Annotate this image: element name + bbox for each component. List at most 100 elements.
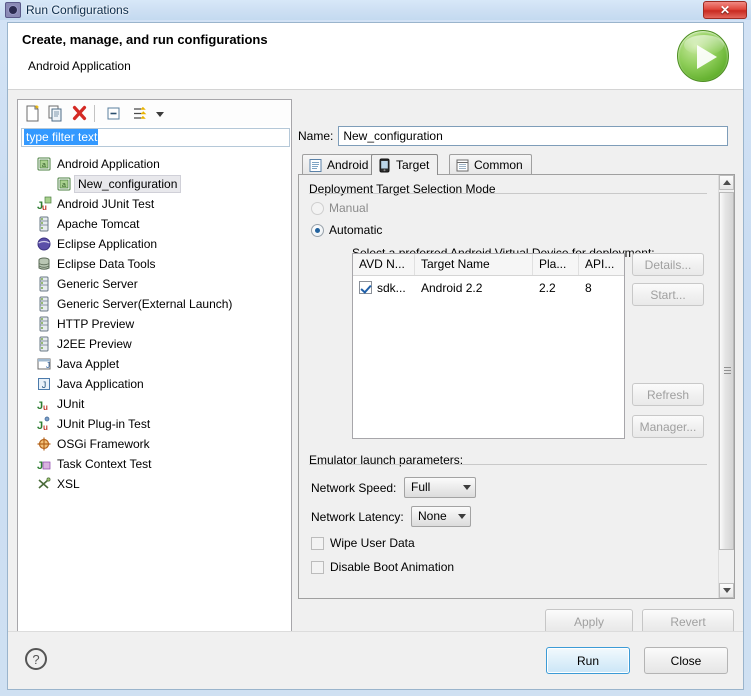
tree-item-label: Android JUnit Test	[57, 197, 155, 211]
tree-item-label: J2EE Preview	[57, 337, 132, 351]
radio-manual[interactable]: Manual	[311, 201, 368, 215]
new-configuration-icon[interactable]	[23, 104, 42, 123]
tree-item-eclipse-data-tools[interactable]: Eclipse Data Tools	[18, 254, 291, 274]
arrow-down-icon	[722, 588, 731, 593]
name-label: Name:	[298, 129, 334, 143]
manager-button[interactable]: Manager...	[632, 415, 704, 438]
delete-configuration-icon[interactable]	[70, 104, 89, 123]
tree-item-label: JUnit Plug-in Test	[57, 417, 151, 431]
avd-table[interactable]: AVD N... Target Name Pla... API... sdk..…	[352, 253, 625, 439]
question-mark-help-icon[interactable]: ?	[25, 648, 47, 670]
tree-item-label: XSL	[57, 477, 80, 491]
network-speed-select[interactable]: Full	[404, 477, 476, 498]
target-panel-content: Deployment Target Selection Mode Manual …	[299, 175, 719, 598]
tab-android[interactable]: Android	[302, 154, 378, 175]
tree-item-generic-server[interactable]: Generic Server	[18, 274, 291, 294]
network-speed-value: Full	[411, 480, 431, 494]
configurations-tree[interactable]: a Android Application a New_configuratio…	[17, 151, 292, 622]
junit-plugin-icon: J u	[36, 416, 52, 432]
tree-item-android-junit-test[interactable]: J u Android JUnit Test	[18, 194, 291, 214]
tree-item-osgi-framework[interactable]: OSGi Framework	[18, 434, 291, 454]
window-title: Run Configurations	[26, 3, 129, 17]
column-header-platform[interactable]: Pla...	[533, 254, 579, 275]
tab-label: Common	[474, 158, 523, 172]
tree-item-new-configuration[interactable]: a New_configuration	[18, 174, 291, 194]
tree-item-label: Eclipse Application	[57, 237, 158, 251]
column-header-target-name[interactable]: Target Name	[415, 254, 533, 275]
tree-item-apache-tomcat[interactable]: Apache Tomcat	[18, 214, 291, 234]
tree-item-label: Apache Tomcat	[57, 217, 140, 231]
tree-item-label: Android Application	[57, 157, 160, 171]
run-configurations-window: Run Configurations ✕ Create, manage, and…	[0, 0, 751, 696]
tree-item-eclipse-application[interactable]: Eclipse Application	[18, 234, 291, 254]
close-button[interactable]: Close	[644, 647, 728, 674]
tree-item-label: HTTP Preview	[57, 317, 135, 331]
target-tab-panel: Deployment Target Selection Mode Manual …	[298, 174, 735, 599]
network-latency-select[interactable]: None	[411, 506, 471, 527]
wipe-user-data-checkbox[interactable]: Wipe User Data	[311, 536, 415, 550]
column-header-avd-name[interactable]: AVD N...	[353, 254, 415, 275]
start-button-label: Start...	[650, 287, 686, 302]
scroll-up-button[interactable]	[719, 175, 734, 190]
column-header-api[interactable]: API...	[579, 254, 624, 275]
tree-item-java-applet[interactable]: J Java Applet	[18, 354, 291, 374]
apply-button-label: Apply	[573, 614, 605, 629]
chevron-down-icon	[458, 514, 466, 519]
filter-configurations-icon[interactable]	[130, 104, 149, 123]
tree-item-android-application[interactable]: a Android Application	[18, 154, 291, 174]
svg-text:u: u	[42, 203, 47, 212]
configurations-left-panel: type filter text a Android Application a…	[17, 99, 292, 651]
close-window-button[interactable]: ✕	[703, 1, 747, 19]
network-speed-row: Network Speed: Full	[311, 477, 476, 498]
tree-item-label: New_configuration	[74, 175, 182, 193]
manager-button-label: Manager...	[639, 419, 697, 434]
tree-item-xsl[interactable]: XSL	[18, 474, 291, 494]
close-icon: ✕	[719, 3, 731, 17]
network-latency-row: Network Latency: None	[311, 506, 471, 527]
table-row[interactable]: sdk... Android 2.2 2.2 8	[353, 276, 624, 299]
tree-item-task-context-test[interactable]: J Task Context Test	[18, 454, 291, 474]
scrollbar-thumb[interactable]	[719, 192, 734, 550]
tab-target[interactable]: Target	[371, 154, 439, 175]
tree-item-label: Generic Server(External Launch)	[57, 297, 233, 311]
cell-api: 8	[585, 280, 592, 295]
tree-item-label: Java Application	[57, 377, 144, 391]
scroll-down-button[interactable]	[719, 583, 734, 598]
disable-boot-animation-checkbox[interactable]: Disable Boot Animation	[311, 560, 454, 574]
dialog-container: Create, manage, and run configurations A…	[7, 22, 744, 690]
database-icon	[36, 256, 52, 272]
tree-item-java-application[interactable]: J Java Application	[18, 374, 291, 394]
view-menu-chevron-icon[interactable]	[154, 104, 166, 123]
dialog-footer: ? Run Close	[8, 631, 743, 689]
green-run-play-icon	[677, 30, 729, 82]
tree-item-http-preview[interactable]: HTTP Preview	[18, 314, 291, 334]
run-configurations-icon	[5, 2, 21, 18]
radio-automatic-label: Automatic	[329, 223, 383, 237]
panel-vertical-scrollbar[interactable]	[718, 175, 734, 598]
search-input[interactable]: type filter text	[21, 128, 290, 147]
tree-item-junit-plug-in-test[interactable]: J u JUnit Plug-in Test	[18, 414, 291, 434]
tab-label: Target	[396, 158, 430, 172]
tree-item-generic-server-external-launch[interactable]: Generic Server(External Launch)	[18, 294, 291, 314]
revert-button-label: Revert	[670, 614, 706, 629]
tab-common[interactable]: Common	[449, 154, 532, 175]
android-app-icon: a	[36, 156, 52, 172]
chevron-down-icon	[463, 485, 471, 490]
radio-automatic-indicator	[311, 223, 324, 237]
avd-row-checkbox[interactable]	[359, 281, 372, 294]
radio-automatic[interactable]: Automatic	[311, 223, 382, 237]
configuration-name-input[interactable]: New_configuration	[338, 126, 729, 146]
common-tab-icon	[455, 158, 470, 173]
tree-item-junit[interactable]: J u JUnit	[18, 394, 291, 414]
duplicate-configuration-icon[interactable]	[46, 104, 65, 123]
collapse-all-icon[interactable]	[104, 104, 123, 123]
radio-manual-label: Manual	[329, 201, 369, 215]
tree-item-j2ee-preview[interactable]: J2EE Preview	[18, 334, 291, 354]
details-button[interactable]: Details...	[632, 253, 704, 276]
junit-icon: J u	[36, 396, 52, 412]
run-button[interactable]: Run	[546, 647, 630, 674]
start-button[interactable]: Start...	[632, 283, 704, 306]
page-title: Create, manage, and run configurations	[22, 32, 268, 47]
configurations-toolbar	[17, 99, 292, 126]
refresh-button[interactable]: Refresh	[632, 383, 704, 406]
